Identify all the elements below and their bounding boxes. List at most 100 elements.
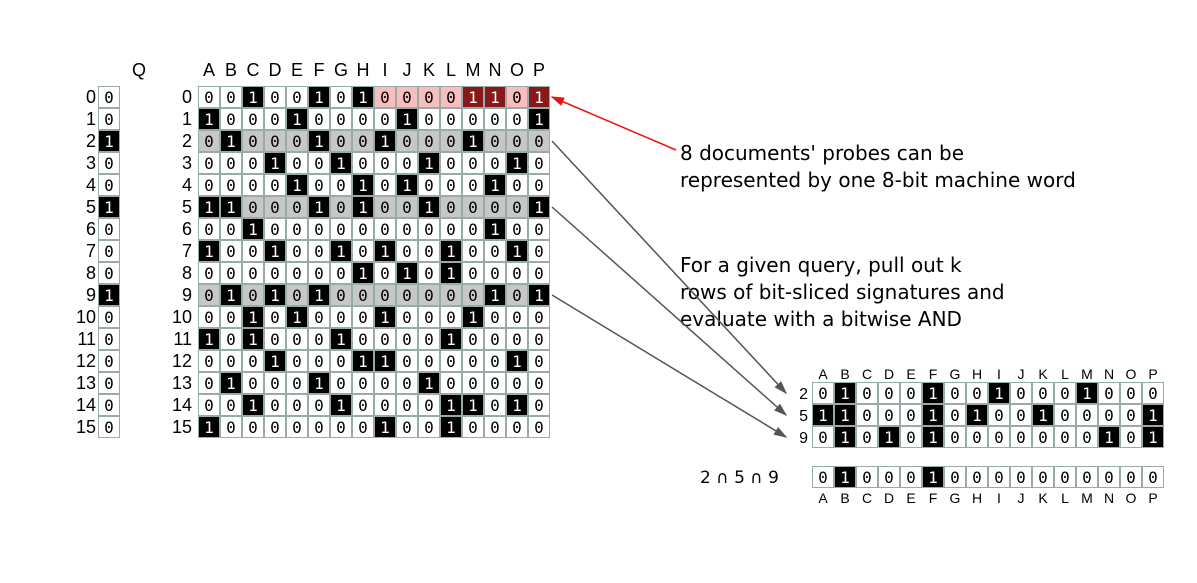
bit-cell: 0 <box>528 372 550 394</box>
matrix-column-header: J <box>396 60 418 81</box>
bit-cell: 1 <box>264 350 286 372</box>
bit-cell: 0 <box>462 350 484 372</box>
bit-cell: 0 <box>220 174 242 196</box>
bit-cell: 0 <box>352 416 374 438</box>
bit-cell: 0 <box>220 218 242 240</box>
bit-cell: 0 <box>198 372 220 394</box>
matrix-row-index: 9 <box>166 285 192 306</box>
bit-cell: 1 <box>308 86 330 108</box>
bit-cell: 0 <box>396 416 418 438</box>
bit-cell: 0 <box>374 174 396 196</box>
bit-cell: 0 <box>286 416 308 438</box>
bit-cell: 1 <box>242 394 264 416</box>
bit-cell: 1 <box>812 404 834 426</box>
bit-cell: 0 <box>98 108 120 130</box>
bit-cell: 0 <box>418 350 440 372</box>
extract-row-index: 5 <box>790 406 808 426</box>
matrix-column-header: G <box>330 60 352 81</box>
bit-cell: 0 <box>286 130 308 152</box>
bit-cell: 0 <box>330 306 352 328</box>
bit-cell: 0 <box>198 394 220 416</box>
and-column-footer: H <box>966 490 988 507</box>
bit-cell: 0 <box>396 372 418 394</box>
q-row: 1 <box>98 130 120 152</box>
bit-cell: 1 <box>264 284 286 306</box>
bit-cell: 1 <box>264 152 286 174</box>
bit-cell: 0 <box>462 240 484 262</box>
bit-cell: 0 <box>418 174 440 196</box>
bit-cell: 1 <box>374 306 396 328</box>
bit-cell: 1 <box>922 404 944 426</box>
bit-cell: 0 <box>506 86 528 108</box>
bit-cell: 1 <box>484 174 506 196</box>
bit-cell: 0 <box>900 466 922 488</box>
bit-cell: 0 <box>308 394 330 416</box>
bit-cell: 1 <box>330 152 352 174</box>
bit-cell: 0 <box>198 174 220 196</box>
bit-cell: 1 <box>922 426 944 448</box>
bit-cell: 1 <box>396 108 418 130</box>
q-row: 0 <box>98 218 120 240</box>
extract-column-header: B <box>834 366 856 383</box>
bit-cell: 0 <box>1054 404 1076 426</box>
matrix-row-index: 3 <box>166 153 192 174</box>
bit-cell: 0 <box>528 262 550 284</box>
matrix-row-index: 15 <box>166 417 192 438</box>
matrix-column-header: K <box>418 60 440 81</box>
bit-cell: 0 <box>528 350 550 372</box>
q-row: 0 <box>98 394 120 416</box>
bit-cell: 1 <box>242 306 264 328</box>
matrix-row: 0100010000100000 <box>198 372 550 394</box>
extract-column-header: P <box>1142 366 1164 383</box>
bit-cell: 0 <box>220 108 242 130</box>
bit-cell: 0 <box>330 196 352 218</box>
q-row-index: 3 <box>70 153 96 174</box>
bit-cell: 0 <box>484 152 506 174</box>
bit-cell: 0 <box>1032 466 1054 488</box>
extract-row-index: 2 <box>790 384 808 404</box>
bit-cell: 0 <box>966 426 988 448</box>
bit-cell: 1 <box>484 218 506 240</box>
matrix-column-header: C <box>242 60 264 81</box>
bit-cell: 0 <box>98 240 120 262</box>
bit-cell: 0 <box>352 394 374 416</box>
bit-cell: 0 <box>98 262 120 284</box>
bit-cell: 0 <box>988 426 1010 448</box>
bit-cell: 0 <box>966 382 988 404</box>
q-row: 0 <box>98 306 120 328</box>
bit-cell: 1 <box>528 196 550 218</box>
bit-cell: 0 <box>1142 466 1164 488</box>
bit-cell: 0 <box>352 306 374 328</box>
bit-cell: 0 <box>878 404 900 426</box>
bit-cell: 0 <box>220 350 242 372</box>
bit-cell: 0 <box>242 416 264 438</box>
matrix-row: 1000000010010000 <box>198 416 550 438</box>
bit-cell: 0 <box>286 350 308 372</box>
bit-cell: 1 <box>1076 382 1098 404</box>
q-row-index: 11 <box>70 329 96 350</box>
bit-cell: 0 <box>286 196 308 218</box>
bit-cell: 1 <box>374 130 396 152</box>
bit-cell: 0 <box>944 426 966 448</box>
bit-cell: 1 <box>352 350 374 372</box>
bit-cell: 0 <box>308 328 330 350</box>
bit-cell: 0 <box>98 86 120 108</box>
bit-cell: 0 <box>396 394 418 416</box>
matrix-row-index: 1 <box>166 109 192 130</box>
bit-cell: 0 <box>220 394 242 416</box>
bit-cell: 0 <box>418 218 440 240</box>
q-row: 1 <box>98 196 120 218</box>
bit-cell: 1 <box>1032 404 1054 426</box>
bit-cell: 0 <box>418 262 440 284</box>
and-column-footer: K <box>1032 490 1054 507</box>
bit-cell: 1 <box>462 394 484 416</box>
matrix-row: 0000100101000100 <box>198 174 550 196</box>
bit-cell: 0 <box>374 328 396 350</box>
bit-cell: 1 <box>440 394 462 416</box>
bit-cell: 0 <box>374 262 396 284</box>
bit-cell: 0 <box>198 306 220 328</box>
q-row: 0 <box>98 152 120 174</box>
bit-cell: 1 <box>1142 426 1164 448</box>
bit-cell: 0 <box>264 262 286 284</box>
extract-column-header: C <box>856 366 878 383</box>
